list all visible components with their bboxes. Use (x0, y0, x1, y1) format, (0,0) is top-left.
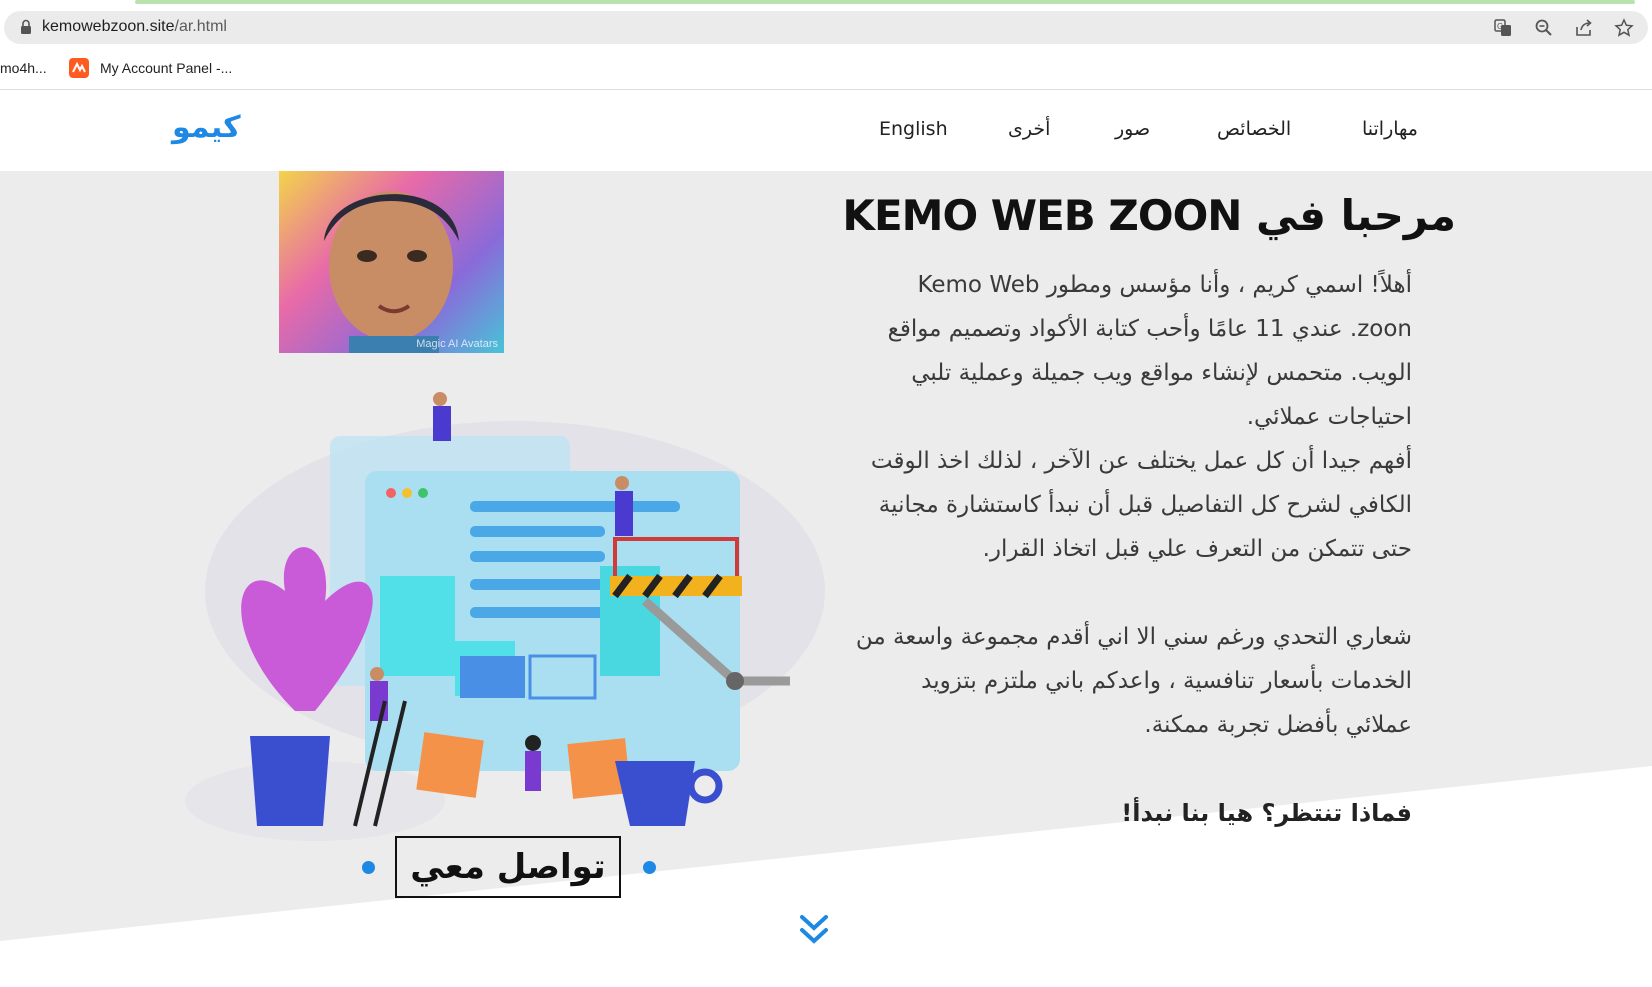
share-icon[interactable] (1574, 18, 1594, 38)
nav-link-photos[interactable]: صور (1115, 118, 1150, 140)
svg-text:G: G (1497, 22, 1503, 31)
hero-title: مرحبا في KEMO WEB ZOON (842, 191, 1457, 240)
translate-icon[interactable]: G (1493, 18, 1513, 38)
web-design-illustration (185, 392, 825, 841)
url-path: /ar.html (174, 18, 227, 35)
hero-paragraph-intro: أهلاً! اسمي كريم ، وأنا مؤسس ومطور Kemo … (887, 272, 1412, 430)
url-text[interactable]: kemowebzoon.site/ar.html (42, 18, 227, 36)
address-bar[interactable]: kemowebzoon.site/ar.html G (4, 11, 1648, 44)
nav-link-other[interactable]: أخرى (1008, 118, 1050, 140)
bookmark-star-icon[interactable] (1614, 18, 1634, 38)
hero-section: Magic AI Avatars مرحبا في KEMO WEB ZOON … (0, 171, 1652, 987)
bookmark-item[interactable]: My Account Panel -... (100, 60, 232, 76)
hero-paragraph-approach: أفهم جيدا أن كل عمل يختلف عن الآخر ، لذل… (870, 448, 1412, 562)
nav-link-features[interactable]: الخصائص (1217, 118, 1291, 140)
bookmark-item[interactable]: mo4h... (0, 60, 47, 76)
avatar-watermark: Magic AI Avatars (416, 338, 498, 350)
contact-me-button[interactable]: تواصل معي (395, 836, 621, 898)
double-chevron-down-icon[interactable] (798, 911, 830, 947)
nav-link-skills[interactable]: مهاراتنا (1362, 118, 1418, 140)
page-load-progress (0, 0, 1652, 4)
url-domain: kemowebzoon.site (42, 18, 175, 35)
lock-icon[interactable] (20, 19, 32, 35)
brand-logo[interactable]: كيمو (172, 110, 241, 145)
nav-link-english[interactable]: English (879, 118, 948, 140)
bookmarks-bar: mo4h... My Account Panel -... (0, 51, 1652, 90)
site-navbar: كيمو مهاراتنا الخصائص صور أخرى English (0, 90, 1652, 171)
hero-cta-text: فماذا تنتظر؟ هيا بنا نبدأ! (1121, 799, 1412, 827)
account-panel-favicon-icon (69, 58, 89, 78)
decorative-dot-left (362, 861, 375, 874)
decorative-dot-right (643, 861, 656, 874)
hero-paragraph-motto: شعاري التحدي ورغم سني الا اني أقدم مجموع… (855, 624, 1412, 738)
avatar-image: Magic AI Avatars (279, 171, 504, 353)
zoom-icon[interactable] (1534, 18, 1554, 38)
